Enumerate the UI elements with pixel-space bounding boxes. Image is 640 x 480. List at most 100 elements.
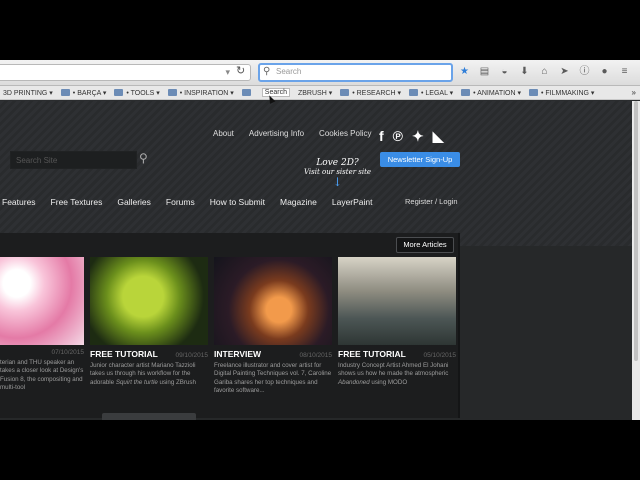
- browser-window: ▾ ↻ ⚲ Search ★ ▤ ◒ ⬇ ⌂ ➤ ⓘ ● ≡ 3D PRINTI…: [0, 60, 640, 420]
- article-category[interactable]: INTERVIEW: [214, 349, 261, 359]
- send-icon[interactable]: ➤: [558, 65, 571, 79]
- article-thumbnail[interactable]: [214, 257, 332, 345]
- nav-forums[interactable]: Forums: [166, 197, 195, 207]
- article-thumbnail[interactable]: [90, 257, 208, 345]
- bookmark-star-icon[interactable]: ★: [458, 65, 471, 79]
- web-page: About Advertising Info Cookies Policy f …: [0, 101, 632, 420]
- folder-icon: [461, 89, 471, 96]
- bookmark-filmmaking[interactable]: • FILMMAKING ▾: [529, 89, 594, 97]
- bookmark-animation[interactable]: • ANIMATION ▾: [461, 89, 521, 97]
- more-articles-button[interactable]: More Articles: [396, 237, 454, 253]
- toolbar-icons: ★ ▤ ◒ ⬇ ⌂ ➤ ⓘ ● ≡: [458, 65, 631, 79]
- url-bar[interactable]: ▾: [0, 64, 251, 81]
- about-link[interactable]: About: [213, 129, 234, 138]
- desc-part: Abandoned: [338, 378, 370, 386]
- social-icons: f ℗ ✦ ◣: [379, 128, 444, 145]
- scrollbar-thumb[interactable]: [634, 101, 638, 361]
- articles-panel: More Articles 07/10/2015 terian and THU …: [0, 233, 460, 418]
- bookmark-label: 3D PRINTING ▾: [3, 89, 53, 97]
- pocket-icon[interactable]: ◒: [498, 65, 511, 79]
- folder-icon: [529, 89, 539, 96]
- site-search-input[interactable]: Search Site: [10, 151, 137, 169]
- url-dropdown-icon[interactable]: ▾: [225, 67, 230, 78]
- sister-site-promo[interactable]: Love 2D? Visit our sister site ↓: [304, 158, 371, 189]
- bookmark-zbrush[interactable]: ZBRUSH ▾: [298, 89, 332, 97]
- desc-part: Squirt the turtle: [115, 378, 158, 386]
- nav-galleries[interactable]: Galleries: [117, 197, 151, 207]
- bookmark-label: • BARÇA ▾: [72, 89, 107, 97]
- browser-search-placeholder: Search: [276, 67, 302, 76]
- folder-icon: [114, 89, 124, 96]
- reload-icon[interactable]: ↻: [236, 64, 245, 77]
- bookmark-label: • TOOLS ▾: [126, 89, 160, 97]
- article-card[interactable]: FREE TUTORIAL 05/10/2015 Industry Concep…: [338, 257, 456, 396]
- article-meta: FREE TUTORIAL 09/10/2015: [90, 349, 208, 359]
- folder-icon: [167, 89, 177, 96]
- bookmark-label: • INSPIRATION ▾: [179, 89, 234, 97]
- chat-icon[interactable]: ●: [598, 65, 611, 79]
- scrollbar[interactable]: [632, 101, 640, 420]
- article-date: 08/10/2015: [299, 352, 332, 359]
- bookmark-label: • RESEARCH ▾: [352, 89, 401, 97]
- bookmark-label: ZBRUSH ▾: [297, 89, 333, 97]
- nav-layerpaint[interactable]: LayerPaint: [332, 197, 373, 207]
- article-card[interactable]: INTERVIEW 08/10/2015 Freelance illustrat…: [214, 257, 332, 396]
- folder-icon: [340, 89, 350, 96]
- nav-free-textures[interactable]: Free Textures: [51, 197, 103, 207]
- article-date: 09/10/2015: [175, 352, 208, 359]
- bookmark-search-folder[interactable]: [241, 89, 254, 96]
- bookmark-barca[interactable]: • BARÇA ▾: [60, 89, 107, 97]
- bookmark-inspiration[interactable]: • INSPIRATION ▾: [167, 89, 234, 97]
- arrow-down-icon: ↓: [332, 175, 343, 189]
- article-thumbnail[interactable]: [338, 257, 456, 345]
- article-card[interactable]: 07/10/2015 terian and THU speaker an tak…: [0, 257, 84, 396]
- desc-part: using ZBrush: [157, 378, 196, 386]
- desc-part: Industry Concept Artist Ahmed El Johani …: [338, 362, 449, 378]
- home-icon[interactable]: ⌂: [538, 65, 551, 79]
- newsletter-button[interactable]: Newsletter Sign-Up: [380, 152, 460, 167]
- article-meta: 07/10/2015: [0, 349, 84, 356]
- article-meta: INTERVIEW 08/10/2015: [214, 349, 332, 359]
- bookmarks-overflow-icon[interactable]: »: [632, 88, 636, 97]
- bookmark-legal[interactable]: • LEGAL ▾: [409, 89, 453, 97]
- bookmark-research[interactable]: • RESEARCH ▾: [340, 89, 401, 97]
- facebook-icon[interactable]: f: [379, 128, 384, 145]
- bookmark-tools[interactable]: • TOOLS ▾: [114, 89, 160, 97]
- site-search-icon[interactable]: ⚲: [139, 151, 151, 165]
- reading-list-icon[interactable]: ▤: [478, 65, 491, 79]
- article-card[interactable]: FREE TUTORIAL 09/10/2015 Junior characte…: [90, 257, 208, 396]
- promo-line-1: Love 2D?: [316, 158, 359, 168]
- folder-icon: [60, 89, 70, 96]
- main-nav: Features Free Textures Galleries Forums …: [0, 194, 632, 210]
- advertising-link[interactable]: Advertising Info: [249, 129, 304, 138]
- nav-magazine[interactable]: Magazine: [280, 197, 317, 207]
- pinterest-icon[interactable]: ℗: [393, 128, 403, 145]
- bookmark-label: • LEGAL ▾: [421, 89, 454, 97]
- cookies-link[interactable]: Cookies Policy: [319, 129, 371, 138]
- nav-features[interactable]: Features: [2, 197, 36, 207]
- article-thumbnail[interactable]: [0, 257, 84, 345]
- article-cards: 07/10/2015 terian and THU speaker an tak…: [0, 257, 456, 396]
- bookmarks-bar: 3D PRINTING ▾ • BARÇA ▾ • TOOLS ▾ • INSP…: [0, 86, 640, 100]
- download-icon[interactable]: ⬇: [518, 65, 531, 79]
- menu-icon[interactable]: ≡: [618, 65, 631, 79]
- twitter-icon[interactable]: ✦: [412, 128, 424, 145]
- article-date: 05/10/2015: [423, 352, 456, 359]
- article-category[interactable]: FREE TUTORIAL: [90, 349, 158, 359]
- folder-icon: [409, 89, 418, 96]
- folder-icon: [241, 89, 251, 96]
- article-description: Industry Concept Artist Ahmed El Johani …: [338, 362, 456, 387]
- article-description: Junior character artist Mariano Tazzioli…: [90, 362, 208, 387]
- browser-toolbar: ▾ ↻ ⚲ Search ★ ▤ ◒ ⬇ ⌂ ➤ ⓘ ● ≡: [0, 60, 640, 86]
- partial-element: [102, 413, 196, 420]
- info-icon[interactable]: ⓘ: [578, 65, 591, 79]
- nav-how-to-submit[interactable]: How to Submit: [210, 197, 265, 207]
- article-category[interactable]: FREE TUTORIAL: [338, 349, 406, 359]
- browser-search-box[interactable]: ⚲ Search: [258, 63, 453, 82]
- rss-icon[interactable]: ◣: [433, 128, 444, 145]
- search-icon: ⚲: [263, 66, 271, 77]
- bookmark-label: • ANIMATION ▾: [473, 89, 522, 97]
- bookmark-3d-printing[interactable]: 3D PRINTING ▾: [3, 89, 53, 97]
- article-description: Freelance illustrator and cover artist f…: [214, 362, 332, 395]
- register-login-link[interactable]: Register / Login: [405, 197, 458, 206]
